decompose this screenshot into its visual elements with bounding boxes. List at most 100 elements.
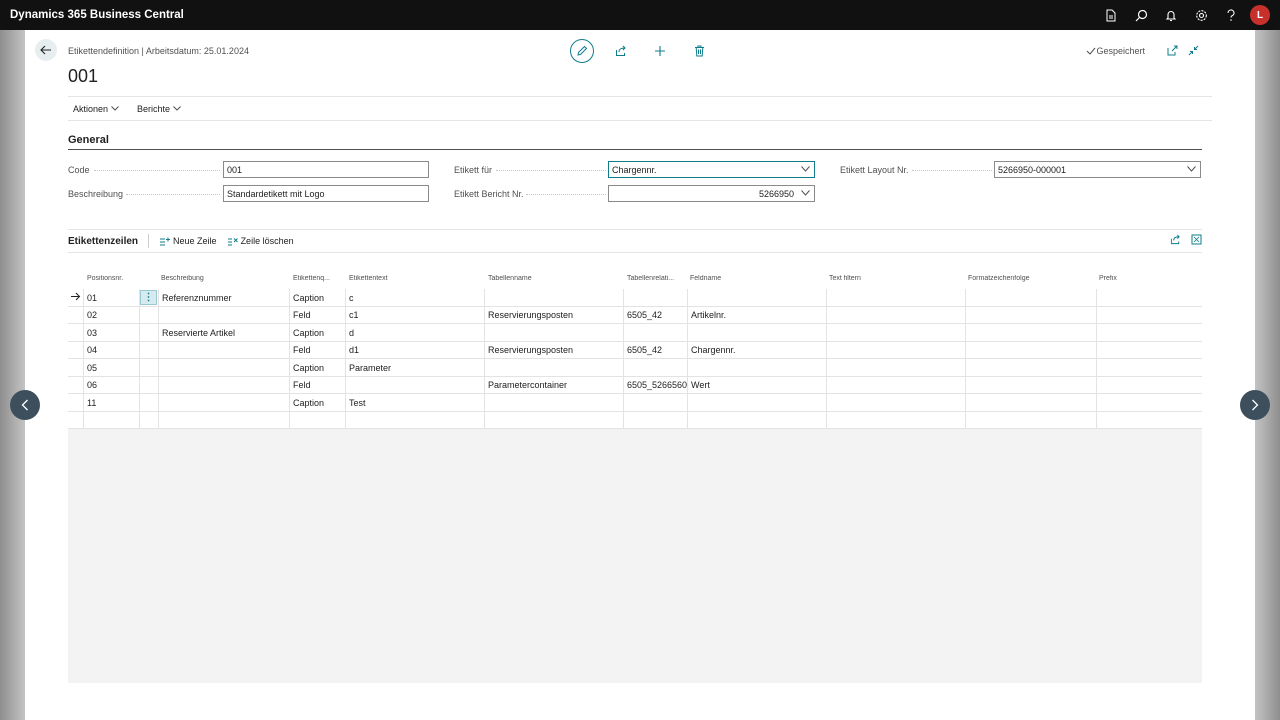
cell-etikettenquelle[interactable]: Feld bbox=[289, 306, 345, 324]
table-row[interactable]: 03 Reservierte Artikel Caption d bbox=[68, 324, 1202, 342]
cell-beschreibung[interactable] bbox=[158, 394, 289, 412]
cell-tabellenrelation[interactable] bbox=[623, 359, 687, 377]
etikett-layout-select[interactable]: 5266950-000001 bbox=[994, 161, 1201, 178]
cell-etikettentext[interactable]: d1 bbox=[345, 341, 484, 359]
column-header-tabellenname[interactable]: Tabellenname bbox=[488, 275, 618, 282]
cell-text-filtern[interactable] bbox=[826, 359, 965, 377]
cell-feldname[interactable] bbox=[687, 411, 826, 429]
cell-etikettenquelle[interactable]: Feld bbox=[289, 341, 345, 359]
cell-feldname[interactable] bbox=[687, 394, 826, 412]
column-header-formatzeichenfolge[interactable]: Formatzeichenfolge bbox=[968, 275, 1093, 282]
cell-prefix[interactable] bbox=[1096, 394, 1202, 412]
row-action-cell[interactable] bbox=[139, 359, 158, 377]
previous-record-button[interactable] bbox=[10, 390, 40, 420]
cell-prefix[interactable] bbox=[1096, 376, 1202, 394]
row-selector[interactable] bbox=[68, 394, 83, 412]
cell-text-filtern[interactable] bbox=[826, 376, 965, 394]
row-action-cell[interactable] bbox=[139, 324, 158, 342]
expand-icon[interactable] bbox=[1191, 234, 1202, 245]
cell-formatzeichenfolge[interactable] bbox=[965, 394, 1096, 412]
cell-etikettenquelle[interactable]: Feld bbox=[289, 376, 345, 394]
cell-feldname[interactable]: Chargennr. bbox=[687, 341, 826, 359]
share-button[interactable] bbox=[609, 39, 633, 63]
cell-formatzeichenfolge[interactable] bbox=[965, 289, 1096, 307]
cell-text-filtern[interactable] bbox=[826, 394, 965, 412]
cell-text-filtern[interactable] bbox=[826, 289, 965, 307]
etikett-fuer-select[interactable]: Chargennr. bbox=[608, 161, 815, 178]
cell-etikettentext[interactable]: c1 bbox=[345, 306, 484, 324]
cell-positionsnr[interactable] bbox=[83, 411, 139, 429]
column-header-feldname[interactable]: Feldname bbox=[690, 275, 820, 282]
cell-prefix[interactable] bbox=[1096, 289, 1202, 307]
cell-positionsnr[interactable]: 04 bbox=[83, 341, 139, 359]
row-selector[interactable] bbox=[68, 324, 83, 342]
menu-aktionen[interactable]: Aktionen bbox=[73, 104, 119, 114]
cell-feldname[interactable] bbox=[687, 359, 826, 377]
cell-positionsnr[interactable]: 05 bbox=[83, 359, 139, 377]
cell-tabellenrelation[interactable]: 6505_42 bbox=[623, 306, 687, 324]
document-icon[interactable] bbox=[1096, 0, 1126, 30]
cell-beschreibung[interactable] bbox=[158, 306, 289, 324]
cell-beschreibung[interactable] bbox=[158, 341, 289, 359]
collapse-icon[interactable] bbox=[1188, 45, 1199, 56]
open-new-window-icon[interactable] bbox=[1167, 45, 1178, 56]
cell-etikettenquelle[interactable]: Caption bbox=[289, 394, 345, 412]
cell-tabellenname[interactable] bbox=[484, 411, 623, 429]
app-title[interactable]: Dynamics 365 Business Central bbox=[10, 9, 184, 21]
lines-title[interactable]: Etikettenzeilen bbox=[68, 234, 150, 248]
cell-etikettentext[interactable]: Test bbox=[345, 394, 484, 412]
row-action-cell[interactable] bbox=[139, 376, 158, 394]
row-selector[interactable] bbox=[68, 412, 83, 430]
table-row[interactable]: 04 Feld d1 Reservierungsposten 6505_42 Charge… bbox=[68, 341, 1202, 360]
cell-formatzeichenfolge[interactable] bbox=[965, 411, 1096, 429]
cell-text-filtern[interactable] bbox=[826, 324, 965, 342]
cell-beschreibung[interactable]: Reservierte Artikel bbox=[158, 324, 289, 342]
cell-formatzeichenfolge[interactable] bbox=[965, 324, 1096, 342]
row-action-cell[interactable] bbox=[139, 394, 158, 412]
row-selector[interactable] bbox=[68, 359, 83, 377]
row-selector[interactable] bbox=[68, 342, 83, 360]
table-row[interactable]: 05 Caption Parameter bbox=[68, 359, 1202, 377]
table-row[interactable]: 11 Caption Test bbox=[68, 394, 1202, 412]
row-action-cell[interactable] bbox=[139, 411, 158, 429]
column-header-beschreibung[interactable]: Beschreibung bbox=[161, 275, 286, 282]
cell-text-filtern[interactable] bbox=[826, 411, 965, 429]
cell-etikettentext[interactable]: c bbox=[345, 289, 484, 307]
column-header-prefix[interactable]: Prefix bbox=[1099, 275, 1199, 282]
share-icon[interactable] bbox=[1170, 234, 1181, 245]
cell-tabellenname[interactable] bbox=[484, 289, 623, 307]
cell-beschreibung[interactable] bbox=[158, 411, 289, 429]
cell-feldname[interactable] bbox=[687, 289, 826, 307]
delete-line-button[interactable]: Zeile löschen bbox=[227, 236, 294, 246]
back-button[interactable] bbox=[35, 39, 57, 61]
cell-text-filtern[interactable] bbox=[826, 306, 965, 324]
cell-etikettenquelle[interactable]: Caption bbox=[289, 324, 345, 342]
column-header-tabellenrelation[interactable]: Tabellenrelati... bbox=[627, 275, 685, 282]
cell-prefix[interactable] bbox=[1096, 359, 1202, 377]
cell-tabellenrelation[interactable] bbox=[623, 394, 687, 412]
cell-tabellenname[interactable]: Reservierungsposten bbox=[484, 341, 623, 359]
cell-etikettentext[interactable] bbox=[345, 376, 484, 394]
cell-positionsnr[interactable]: 06 bbox=[83, 376, 139, 394]
cell-positionsnr[interactable]: 11 bbox=[83, 394, 139, 412]
edit-button[interactable] bbox=[570, 39, 594, 63]
cell-tabellenname[interactable] bbox=[484, 394, 623, 412]
table-row[interactable]: 02 Feld c1 Reservierungsposten 6505_42 Artike… bbox=[68, 306, 1202, 325]
cell-formatzeichenfolge[interactable] bbox=[965, 359, 1096, 377]
cell-etikettentext[interactable]: Parameter bbox=[345, 359, 484, 377]
cell-feldname[interactable]: Artikelnr. bbox=[687, 306, 826, 324]
new-button[interactable] bbox=[648, 39, 672, 63]
cell-tabellenname[interactable] bbox=[484, 359, 623, 377]
table-row[interactable]: 06 Feld Parametercontainer 6505_5266560 Wert bbox=[68, 376, 1202, 394]
cell-prefix[interactable] bbox=[1096, 341, 1202, 359]
cell-text-filtern[interactable] bbox=[826, 341, 965, 359]
menu-berichte[interactable]: Berichte bbox=[137, 104, 181, 114]
cell-tabellenname[interactable] bbox=[484, 324, 623, 342]
cell-tabellenrelation[interactable] bbox=[623, 289, 687, 307]
row-selector[interactable] bbox=[68, 307, 83, 325]
beschreibung-input[interactable]: Standardetikett mit Logo bbox=[223, 185, 429, 202]
gear-icon[interactable] bbox=[1186, 0, 1216, 30]
etikett-bericht-select[interactable]: 5266950 bbox=[608, 185, 815, 202]
cell-prefix[interactable] bbox=[1096, 306, 1202, 324]
bell-icon[interactable] bbox=[1156, 0, 1186, 30]
